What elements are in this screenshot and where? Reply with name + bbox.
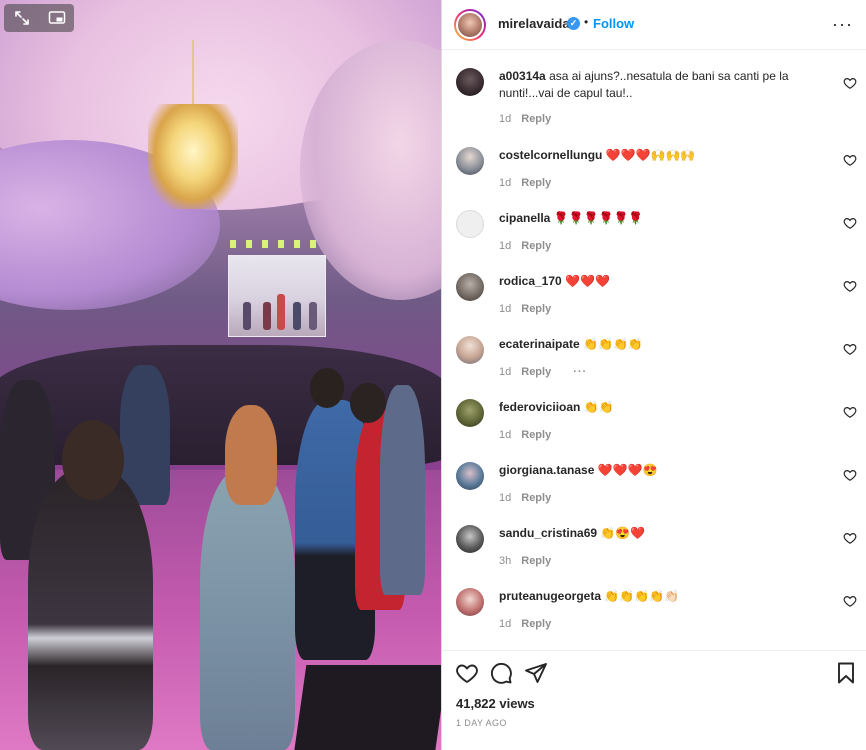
reply-button[interactable]: Reply	[521, 240, 551, 252]
chandelier-chain	[192, 40, 194, 110]
comment-age: 1d	[499, 429, 512, 441]
comment-text: 👏😍❤️	[600, 526, 646, 540]
commenter-username[interactable]: a00314a	[499, 69, 546, 83]
comment-age: 1d	[499, 618, 512, 630]
like-comment-heart-icon[interactable]	[843, 279, 857, 293]
commenter-avatar[interactable]	[456, 68, 484, 96]
chandelier	[148, 104, 238, 209]
commenter-username[interactable]: rodica_170	[499, 274, 562, 288]
author-username[interactable]: mirelavaida	[498, 16, 570, 31]
commenter-username[interactable]: cipanella	[499, 211, 550, 225]
comment-text: 🌹🌹🌹🌹🌹🌹	[553, 211, 644, 225]
like-comment-heart-icon[interactable]	[843, 594, 857, 608]
like-comment-heart-icon[interactable]	[843, 468, 857, 482]
commenter-username[interactable]: federoviciioan	[499, 400, 580, 414]
comments-list[interactable]: a00314a asa ai ajuns?..nesatula de bani …	[442, 50, 866, 650]
dancer	[28, 470, 153, 750]
comment-options-button[interactable]: ···	[573, 366, 587, 378]
commenter-avatar[interactable]	[456, 525, 484, 553]
view-count[interactable]: 41,822 views	[456, 696, 535, 711]
dancer	[200, 470, 295, 750]
dancer	[380, 385, 425, 595]
post-side-panel: mirelavaida ✓ • Follow ··· a00314a asa a…	[441, 0, 866, 750]
reply-button[interactable]: Reply	[521, 366, 551, 378]
commenter-avatar[interactable]	[456, 399, 484, 427]
comment-bubble-icon[interactable]	[489, 661, 513, 685]
like-comment-heart-icon[interactable]	[843, 531, 857, 545]
reply-button[interactable]: Reply	[521, 429, 551, 441]
comment-age: 1d	[499, 240, 512, 252]
comment-text: ❤️❤️❤️😍	[597, 463, 658, 477]
like-comment-heart-icon[interactable]	[843, 76, 857, 90]
media-controls	[4, 4, 74, 32]
commenter-username[interactable]: sandu_cristina69	[499, 526, 597, 540]
comment-text: ❤️❤️❤️🙌🙌🙌	[605, 148, 696, 162]
post-actions: 41,822 views 1 DAY AGO	[442, 650, 866, 750]
commenter-avatar[interactable]	[456, 273, 484, 301]
commenter-avatar[interactable]	[456, 210, 484, 238]
dancer-head	[225, 405, 277, 505]
save-bookmark-icon[interactable]	[834, 661, 858, 685]
post-timestamp: 1 DAY AGO	[456, 718, 507, 728]
reply-button[interactable]: Reply	[521, 618, 551, 630]
reply-button[interactable]: Reply	[521, 555, 551, 567]
dancer-head	[62, 420, 124, 500]
comment-text: ❤️❤️❤️	[565, 274, 610, 288]
commenter-avatar[interactable]	[456, 588, 484, 616]
comment-age: 1d	[499, 177, 512, 189]
reply-button[interactable]: Reply	[521, 113, 551, 125]
commenter-avatar[interactable]	[456, 147, 484, 175]
reply-button[interactable]: Reply	[521, 177, 551, 189]
commenter-avatar[interactable]	[456, 336, 484, 364]
commenter-avatar[interactable]	[456, 462, 484, 490]
picture-in-picture-icon[interactable]	[48, 9, 66, 27]
comment-age: 1d	[499, 492, 512, 504]
like-heart-icon[interactable]	[455, 661, 479, 685]
comment-age: 1d	[499, 366, 512, 378]
expand-arrows-icon[interactable]	[13, 9, 31, 27]
like-comment-heart-icon[interactable]	[843, 405, 857, 419]
stage-lights	[230, 240, 325, 248]
commenter-username[interactable]: costelcornellungu	[499, 148, 602, 162]
commenter-username[interactable]: giorgiana.tanase	[499, 463, 594, 477]
comment-text: 👏👏👏👏👏🏻	[604, 589, 680, 603]
dancer-head	[350, 383, 386, 423]
post-header: mirelavaida ✓ • Follow ···	[442, 0, 866, 50]
reply-button[interactable]: Reply	[521, 492, 551, 504]
stage-screen	[228, 255, 326, 337]
dancer-head	[310, 368, 344, 408]
follow-button[interactable]: Follow	[593, 16, 634, 31]
commenter-username[interactable]: ecaterinaipate	[499, 337, 580, 351]
verified-badge-icon: ✓	[567, 17, 580, 30]
like-comment-heart-icon[interactable]	[843, 342, 857, 356]
commenter-username[interactable]: pruteanugeorgeta	[499, 589, 601, 603]
comment-age: 3h	[499, 555, 512, 567]
comment-text: 👏👏👏👏	[583, 337, 643, 351]
header-separator: •	[584, 15, 589, 29]
comment-age: 1d	[499, 113, 512, 125]
comment-text: 👏👏	[583, 400, 614, 414]
share-send-icon[interactable]	[524, 661, 548, 685]
like-comment-heart-icon[interactable]	[843, 216, 857, 230]
reply-button[interactable]: Reply	[521, 303, 551, 315]
comment-age: 1d	[499, 303, 512, 315]
like-comment-heart-icon[interactable]	[843, 153, 857, 167]
more-options-icon[interactable]: ···	[832, 14, 853, 35]
stage-speaker	[293, 665, 441, 750]
author-avatar[interactable]	[454, 9, 486, 41]
post-video[interactable]	[0, 0, 441, 750]
